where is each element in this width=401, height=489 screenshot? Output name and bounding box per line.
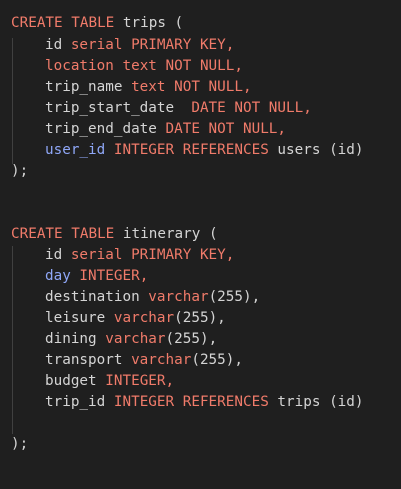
column-type: INTEGER, <box>70 268 149 284</box>
type-size: (255), <box>208 289 261 305</box>
column-name: user_id <box>45 142 106 158</box>
reference-target: trips (id) <box>268 394 364 410</box>
closing-paren: ); <box>11 436 29 452</box>
column-type: serial PRIMARY KEY, <box>62 37 235 53</box>
column-type: varchar <box>122 352 192 368</box>
column-name: id <box>45 37 63 53</box>
column-name: id <box>45 247 63 263</box>
code-line: transport varchar(255), <box>11 350 243 371</box>
column-name: budget <box>45 373 97 389</box>
column-name: trip_start_date <box>45 100 175 116</box>
code-line: day INTEGER, <box>11 266 148 287</box>
code-line: destination varchar(255), <box>11 287 260 308</box>
column-type: varchar <box>139 289 209 305</box>
column-name: dining <box>45 331 97 347</box>
code-line: ); <box>11 161 28 182</box>
sql-keyword: CREATE TABLE <box>11 15 115 31</box>
column-type: DATE NOT NULL, <box>156 121 287 137</box>
column-type: text NOT NULL, <box>113 58 243 74</box>
column-type: DATE NOT NULL, <box>174 100 312 116</box>
code-line: trip_name text NOT NULL, <box>11 77 252 98</box>
column-type: varchar <box>96 331 166 347</box>
table-name: trips ( <box>114 15 184 31</box>
column-type: text NOT NULL, <box>122 79 252 95</box>
code-line: dining varchar(255), <box>11 329 217 350</box>
table-name: itinerary ( <box>114 226 218 242</box>
column-name: leisure <box>45 310 106 326</box>
code-line: trip_end_date DATE NOT NULL, <box>11 119 286 140</box>
column-type: INTEGER REFERENCES <box>105 394 269 410</box>
column-name: transport <box>45 352 123 368</box>
sql-keyword: CREATE TABLE <box>11 226 115 242</box>
reference-target: users (id) <box>268 142 364 158</box>
column-name: trip_id <box>45 394 106 410</box>
column-type: varchar <box>105 310 175 326</box>
type-size: (255), <box>165 331 218 347</box>
type-size: (255), <box>191 352 243 368</box>
code-line: CREATE TABLE trips ( <box>11 13 183 34</box>
code-line: location text NOT NULL, <box>11 56 243 77</box>
code-line: trip_start_date DATE NOT NULL, <box>11 98 312 119</box>
column-type: INTEGER REFERENCES <box>105 142 269 158</box>
code-line: trip_id INTEGER REFERENCES trips (id) <box>11 392 364 413</box>
closing-paren: ); <box>11 163 29 179</box>
column-name: trip_name <box>45 79 123 95</box>
code-editor[interactable]: CREATE TABLE trips ( id serial PRIMARY K… <box>0 0 401 489</box>
code-line: id serial PRIMARY KEY, <box>11 245 234 266</box>
column-type: INTEGER, <box>96 373 175 389</box>
code-line: user_id INTEGER REFERENCES users (id) <box>11 140 364 161</box>
type-size: (255), <box>174 310 226 326</box>
code-line: id serial PRIMARY KEY, <box>11 35 234 56</box>
code-line: budget INTEGER, <box>11 371 174 392</box>
code-line: leisure varchar(255), <box>11 308 226 329</box>
code-line: CREATE TABLE itinerary ( <box>11 224 218 245</box>
column-name: trip_end_date <box>45 121 157 137</box>
code-line: ); <box>11 434 28 455</box>
column-type: serial PRIMARY KEY, <box>62 247 235 263</box>
column-name: destination <box>45 289 140 305</box>
column-name: day <box>45 268 71 284</box>
column-name: location <box>45 58 114 74</box>
